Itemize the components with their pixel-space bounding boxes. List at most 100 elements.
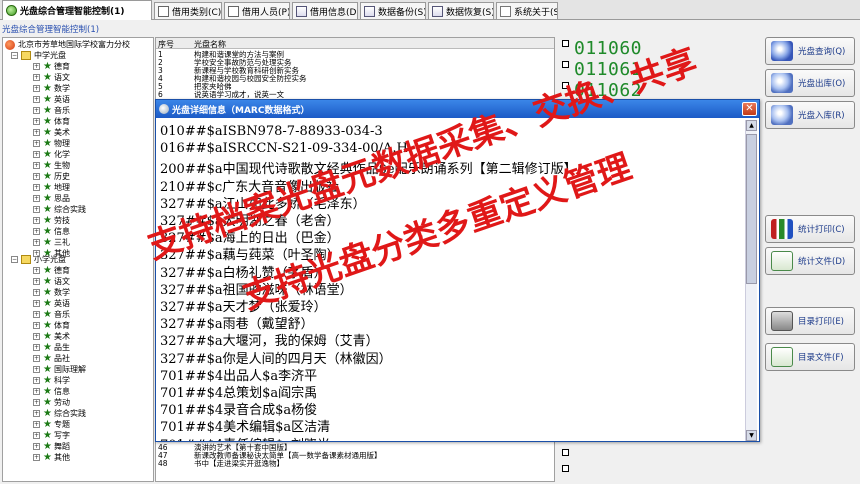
tree-item[interactable]: + ★ 专题 bbox=[33, 419, 70, 430]
checkbox[interactable] bbox=[562, 81, 569, 89]
expand-icon[interactable]: + bbox=[33, 173, 40, 180]
expand-icon[interactable]: + bbox=[33, 206, 40, 213]
expand-icon[interactable]: + bbox=[33, 443, 40, 450]
barcode-row[interactable]: 011061 bbox=[562, 58, 642, 80]
expand-icon[interactable]: + bbox=[33, 184, 40, 191]
tree-item[interactable]: + ★ 舞蹈 bbox=[33, 441, 70, 452]
scroll-thumb[interactable] bbox=[746, 134, 757, 284]
tree-item[interactable]: + ★ 物理 bbox=[33, 138, 70, 149]
expand-icon[interactable]: + bbox=[33, 344, 40, 351]
tree-item[interactable]: + ★ 三礼 bbox=[33, 237, 70, 248]
tab-data-restore[interactable]: 数据恢复(S) bbox=[428, 2, 494, 19]
tree-item[interactable]: + ★ 写字 bbox=[33, 430, 70, 441]
category-tree[interactable]: 北京市芳草地国际学校富力分校 − 中学光盘 + ★ 德育 + ★ 语文 + ★ 数学 + ★ 英语 + ★ 音… bbox=[2, 37, 154, 482]
checkbox[interactable] bbox=[562, 465, 569, 472]
expand-icon[interactable]: + bbox=[33, 107, 40, 114]
tree-item[interactable]: + ★ 语文 bbox=[33, 72, 70, 83]
tree-item[interactable]: + ★ 音乐 bbox=[33, 309, 70, 320]
expand-icon[interactable]: + bbox=[33, 162, 40, 169]
expand-icon[interactable]: + bbox=[33, 322, 40, 329]
dialog-scrollbar[interactable]: ▲ ▼ bbox=[745, 120, 757, 441]
tab-disc-control[interactable]: 光盘综合管理智能控制(1) bbox=[2, 0, 152, 20]
expand-icon[interactable]: + bbox=[33, 217, 40, 224]
expand-icon[interactable]: + bbox=[33, 85, 40, 92]
tab-data-backup[interactable]: 数据备份(S) bbox=[360, 2, 426, 19]
tree-item[interactable]: + ★ 国际理解 bbox=[33, 364, 86, 375]
checkbox[interactable] bbox=[562, 60, 569, 68]
tree-item[interactable]: + ★ 德育 bbox=[33, 265, 70, 276]
checkbox[interactable] bbox=[562, 449, 569, 456]
expand-icon[interactable]: + bbox=[33, 388, 40, 395]
expand-icon[interactable]: + bbox=[33, 454, 40, 461]
tree-item[interactable]: + ★ 信息 bbox=[33, 386, 70, 397]
expand-icon[interactable]: + bbox=[33, 311, 40, 318]
tree-item[interactable]: + ★ 音乐 bbox=[33, 105, 70, 116]
tab-borrow-person[interactable]: 借用人员(P) bbox=[224, 2, 290, 19]
scroll-down-icon[interactable]: ▼ bbox=[746, 430, 757, 441]
barcode-row[interactable]: 011062 bbox=[562, 79, 642, 101]
expand-icon[interactable]: + bbox=[33, 366, 40, 373]
tree-item[interactable]: + ★ 信息 bbox=[33, 226, 70, 237]
expand-icon[interactable]: + bbox=[33, 228, 40, 235]
expand-icon[interactable]: + bbox=[33, 289, 40, 296]
tree-item[interactable]: + ★ 综合实践 bbox=[33, 204, 86, 215]
expand-icon[interactable]: + bbox=[33, 118, 40, 125]
stat-file-button[interactable]: 统计文件(D) bbox=[765, 247, 855, 275]
tree-group-middle[interactable]: − 中学光盘 bbox=[11, 50, 66, 61]
expand-icon[interactable]: + bbox=[33, 399, 40, 406]
expand-icon[interactable]: + bbox=[33, 410, 40, 417]
table-row[interactable]: 6 说英语学习成才，说英一文 bbox=[156, 91, 554, 99]
close-icon[interactable]: ✕ bbox=[742, 102, 757, 116]
expand-icon[interactable]: + bbox=[33, 333, 40, 340]
tree-item[interactable]: + ★ 地理 bbox=[33, 182, 70, 193]
tree-item[interactable]: + ★ 数学 bbox=[33, 287, 70, 298]
expand-icon[interactable]: + bbox=[33, 195, 40, 202]
tab-borrow-info[interactable]: 借用信息(D) bbox=[292, 2, 358, 19]
checkbox[interactable] bbox=[562, 39, 569, 47]
expand-icon[interactable]: + bbox=[33, 300, 40, 307]
tree-item[interactable]: + ★ 化学 bbox=[33, 149, 70, 160]
tree-item[interactable]: + ★ 综合实践 bbox=[33, 408, 86, 419]
tree-item[interactable]: + ★ 数学 bbox=[33, 83, 70, 94]
tree-item[interactable]: + ★ 历史 bbox=[33, 171, 70, 182]
catalog-print-button[interactable]: 目录打印(E) bbox=[765, 307, 855, 335]
tree-item[interactable]: + ★ 语文 bbox=[33, 276, 70, 287]
tree-item[interactable]: + ★ 英语 bbox=[33, 298, 70, 309]
tree-item[interactable]: + ★ 体育 bbox=[33, 116, 70, 127]
disc-query-button[interactable]: 光盘查询(Q) bbox=[765, 37, 855, 65]
table-row[interactable]: 48 书中【走进梁实开逛逸物】 bbox=[156, 460, 554, 468]
tree-item[interactable]: + ★ 思品 bbox=[33, 193, 70, 204]
disc-in-button[interactable]: 光盘入库(R) bbox=[765, 101, 855, 129]
expand-icon[interactable]: + bbox=[33, 151, 40, 158]
dialog-titlebar[interactable]: 光盘详细信息（MARC数据格式） ✕ bbox=[156, 100, 759, 118]
disc-out-button[interactable]: 光盘出库(O) bbox=[765, 69, 855, 97]
collapse-icon[interactable]: − bbox=[11, 52, 18, 59]
tree-item[interactable]: + ★ 美术 bbox=[33, 331, 70, 342]
tree-item[interactable]: + ★ 品生 bbox=[33, 342, 70, 353]
expand-icon[interactable]: + bbox=[33, 421, 40, 428]
expand-icon[interactable]: + bbox=[33, 96, 40, 103]
tree-item[interactable]: + ★ 科学 bbox=[33, 375, 70, 386]
tab-borrow-category[interactable]: 借用类别(C) bbox=[154, 2, 222, 19]
expand-icon[interactable]: + bbox=[33, 278, 40, 285]
expand-icon[interactable]: + bbox=[33, 74, 40, 81]
marc-text-area[interactable]: 010##$aISBN978-7-88933-034-3 016##$aISRCC… bbox=[158, 120, 745, 441]
tab-system-about[interactable]: 系统关于(S) bbox=[496, 2, 558, 19]
tree-group-primary[interactable]: − 小学光盘 bbox=[11, 254, 66, 265]
catalog-file-button[interactable]: 目录文件(F) bbox=[765, 343, 855, 371]
expand-icon[interactable]: + bbox=[33, 355, 40, 362]
stat-print-button[interactable]: 统计打印(C) bbox=[765, 215, 855, 243]
tree-item[interactable]: + ★ 体育 bbox=[33, 320, 70, 331]
tree-item[interactable]: + ★ 其他 bbox=[33, 452, 70, 463]
expand-icon[interactable]: + bbox=[33, 129, 40, 136]
expand-icon[interactable]: + bbox=[33, 377, 40, 384]
expand-icon[interactable]: + bbox=[33, 63, 40, 70]
barcode-row[interactable]: 011060 bbox=[562, 37, 642, 59]
collapse-icon[interactable]: − bbox=[11, 256, 18, 263]
tree-item[interactable]: + ★ 品社 bbox=[33, 353, 70, 364]
tree-root[interactable]: 北京市芳草地国际学校富力分校 bbox=[5, 39, 130, 50]
scroll-up-icon[interactable]: ▲ bbox=[746, 120, 757, 131]
expand-icon[interactable]: + bbox=[33, 432, 40, 439]
expand-icon[interactable]: + bbox=[33, 267, 40, 274]
tree-item[interactable]: + ★ 劳动 bbox=[33, 397, 70, 408]
